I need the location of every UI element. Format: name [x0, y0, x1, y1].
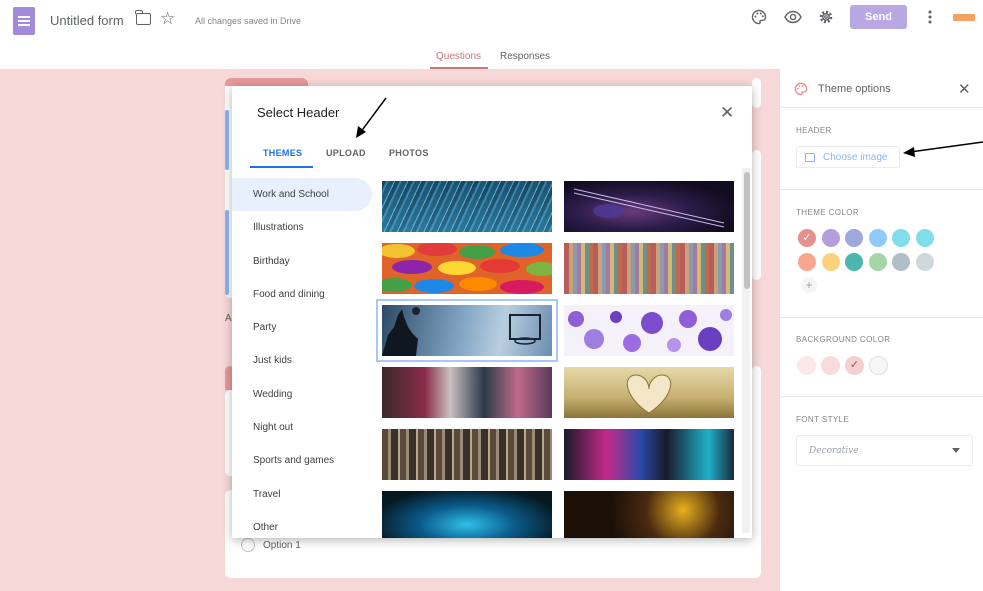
guitar-thumb[interactable]: [564, 181, 734, 232]
scrollbar-thumb[interactable]: [744, 172, 750, 289]
theme-color-swatch[interactable]: [845, 253, 864, 271]
preview-eye-icon[interactable]: [784, 9, 802, 25]
theme-color-swatch[interactable]: [916, 253, 934, 271]
book-heart-thumb[interactable]: [564, 367, 734, 418]
background-color-swatch[interactable]: [869, 356, 888, 375]
divider: [780, 189, 983, 190]
circuit-board-thumb[interactable]: [382, 181, 552, 232]
tab-photos[interactable]: PHOTOS: [389, 148, 429, 158]
theme-color-swatch[interactable]: [868, 229, 887, 247]
category-item[interactable]: Travel: [232, 478, 372, 511]
category-item[interactable]: Sports and games: [232, 444, 372, 477]
add-color-icon[interactable]: +: [801, 277, 817, 293]
category-item[interactable]: Food and dining: [232, 278, 372, 311]
option-radio[interactable]: [241, 538, 255, 552]
option-label: Option 1: [263, 540, 301, 551]
pencils-bokeh-thumb[interactable]: [564, 491, 734, 538]
category-item[interactable]: Birthday: [232, 245, 372, 278]
panel-title: Theme options: [818, 83, 891, 95]
theme-color-swatch[interactable]: [868, 253, 887, 271]
font-style-select[interactable]: Decorative: [796, 435, 973, 466]
theme-color-swatch[interactable]: [892, 253, 911, 271]
divider: [780, 107, 983, 108]
folder-icon[interactable]: [135, 10, 151, 25]
microscope-thumb[interactable]: [382, 491, 552, 538]
theme-color-swatch[interactable]: [821, 253, 840, 271]
theme-options-panel: Theme options ✕ HEADER Choose image THEM…: [779, 69, 983, 591]
tab-active-indicator: [250, 166, 313, 168]
category-item[interactable]: Work and School: [232, 178, 372, 212]
more-vert-icon[interactable]: [927, 9, 933, 25]
theme-color-swatch[interactable]: [845, 229, 864, 247]
tab-themes[interactable]: THEMES: [263, 148, 302, 158]
background-color-swatch[interactable]: [821, 356, 840, 375]
category-item[interactable]: Other: [232, 511, 372, 538]
settings-gear-icon[interactable]: [818, 9, 834, 25]
form-card-edge: [752, 366, 761, 566]
category-item[interactable]: Just kids: [232, 344, 372, 377]
form-card-edge: [752, 150, 761, 280]
form-card-edge: [752, 78, 761, 108]
palette-icon: [794, 82, 808, 96]
close-icon[interactable]: ✕: [720, 104, 734, 121]
purple-bubbles-thumb[interactable]: [564, 305, 734, 356]
paintbrushes-thumb[interactable]: [382, 429, 552, 480]
basketball-thumb[interactable]: [376, 299, 558, 362]
forms-logo-icon[interactable]: [13, 7, 35, 35]
category-item[interactable]: Wedding: [232, 378, 372, 411]
save-status: All changes saved in Drive: [195, 16, 302, 26]
dialog-title: Select Header: [257, 105, 340, 120]
colored-pencils-thumb[interactable]: [564, 243, 734, 294]
theme-color-swatch[interactable]: [892, 229, 911, 247]
theme-color-swatch[interactable]: [916, 229, 934, 247]
active-card-indicator: [225, 110, 229, 170]
tab-questions[interactable]: Questions: [436, 51, 481, 62]
background-color-swatch[interactable]: [845, 356, 864, 375]
category-item[interactable]: Illustrations: [232, 211, 372, 244]
background-color-swatch[interactable]: [797, 356, 816, 375]
top-bar: Untitled form ☆ All changes saved in Dri…: [0, 0, 983, 45]
candy-thumb[interactable]: [382, 243, 552, 294]
font-style-label: FONT STYLE: [796, 415, 850, 424]
send-button[interactable]: Send: [850, 5, 907, 29]
choose-image-button[interactable]: Choose image: [796, 146, 900, 168]
star-icon[interactable]: ☆: [160, 9, 175, 29]
divider: [780, 396, 983, 397]
font-style-value: Decorative: [809, 446, 859, 456]
form-title[interactable]: Untitled form: [50, 13, 124, 28]
theme-color-swatch[interactable]: [798, 253, 816, 271]
tab-responses[interactable]: Responses: [500, 51, 550, 62]
description-peek: A: [225, 313, 232, 324]
image-icon: [805, 153, 815, 162]
paint-tubes-thumb[interactable]: [382, 367, 552, 418]
theme-color-swatch[interactable]: [821, 229, 840, 247]
active-card-indicator: [225, 210, 229, 295]
category-item[interactable]: Party: [232, 311, 372, 344]
account-avatar[interactable]: [953, 14, 975, 21]
divider: [780, 317, 983, 318]
close-icon[interactable]: ✕: [958, 80, 971, 98]
lab-flasks-thumb[interactable]: [564, 429, 734, 480]
palette-icon[interactable]: [751, 9, 767, 25]
theme-color-label: THEME COLOR: [796, 208, 860, 217]
choose-image-label: Choose image: [823, 152, 888, 163]
form-tabs: Questions Responses: [0, 45, 983, 69]
header-label: HEADER: [796, 126, 832, 135]
tab-upload[interactable]: UPLOAD: [326, 148, 366, 158]
theme-color-swatch[interactable]: [798, 229, 816, 247]
background-color-label: BACKGROUND COLOR: [796, 335, 891, 344]
category-item[interactable]: Night out: [232, 411, 372, 444]
category-list: Work and School Illustrations Birthday F…: [232, 178, 372, 538]
select-header-dialog: Select Header ✕ THEMES UPLOAD PHOTOS Wor…: [232, 86, 752, 538]
chevron-down-icon: [952, 448, 960, 453]
